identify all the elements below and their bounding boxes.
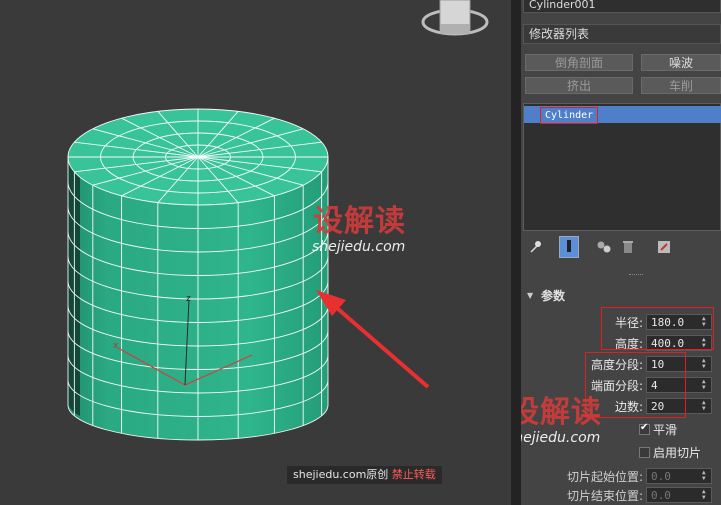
slice-from-value: 0.0 — [651, 470, 671, 483]
command-panel: Cylinder001 修改器列表 倒角剖面 噪波 挤出 车削 Cylinder… — [521, 0, 721, 505]
watermark-text: 设解读 — [521, 395, 602, 430]
slice-from-label: 切片起始位置: — [566, 470, 643, 484]
watermark-text: 设解读 — [313, 204, 406, 239]
watermark-url: shejiedu.com — [312, 239, 406, 255]
viewport-divider — [511, 0, 521, 505]
slice-to-label: 切片结束位置: — [566, 489, 643, 503]
watermark-url: shejiedu.com — [521, 430, 601, 446]
modifier-list-dropdown[interactable]: 修改器列表 — [523, 24, 721, 44]
configure-modifier-sets-icon[interactable] — [655, 238, 673, 256]
show-end-result-icon[interactable] — [559, 236, 579, 258]
spinner-arrows-icon[interactable]: ▲ ▼ — [702, 400, 709, 412]
highlight-box-size — [601, 307, 714, 350]
smooth-checkbox[interactable] — [639, 422, 650, 435]
caption-note: 禁止转载 — [391, 468, 436, 481]
slice-on-label: 启用切片 — [653, 446, 702, 460]
slice-on-checkbox[interactable] — [639, 447, 650, 458]
make-unique-icon[interactable] — [595, 238, 613, 256]
bevel-profile-button[interactable]: 倒角剖面 — [525, 54, 633, 71]
caption-bar: shejiedu.com原创 禁止转载 — [287, 466, 442, 484]
rollout-title[interactable]: 参数 — [541, 287, 565, 304]
cylinder-mesh: z x — [67, 0, 489, 441]
spinner-arrows-icon[interactable]: ▲ ▼ — [702, 379, 709, 391]
rollout-collapse-icon[interactable]: ▼ — [527, 291, 533, 300]
spinner-arrows-icon[interactable]: ▲ ▼ — [702, 358, 709, 370]
spinner-arrows-icon[interactable]: ▲ ▼ — [702, 470, 709, 482]
object-name-field[interactable]: Cylinder001 — [523, 0, 721, 13]
viewport-perspective[interactable]: z x 设解读 shejiedu.com shejiedu.com原创 禁止转载 — [0, 0, 511, 505]
lathe-button[interactable]: 车削 — [641, 77, 721, 94]
remove-modifier-icon[interactable] — [619, 238, 637, 256]
slice-to-spinner[interactable]: 0.0 ▲ ▼ — [646, 487, 712, 503]
stack-item-cylinder[interactable]: Cylinder — [524, 106, 721, 124]
svg-text:x: x — [113, 341, 119, 351]
panel-separator — [629, 274, 643, 278]
viewcube-icon — [421, 0, 489, 36]
extrude-button[interactable]: 挤出 — [525, 77, 633, 94]
slice-to-value: 0.0 — [651, 489, 671, 502]
spinner-arrows-icon[interactable]: ▲ ▼ — [702, 489, 709, 501]
caption-site: shejiedu.com原创 — [293, 468, 389, 481]
noise-button[interactable]: 噪波 — [641, 54, 721, 71]
stack-item-label: Cylinder — [540, 107, 599, 124]
pin-stack-icon[interactable] — [527, 238, 545, 256]
smooth-label: 平滑 — [653, 423, 678, 437]
slice-from-spinner[interactable]: 0.0 ▲ ▼ — [646, 468, 712, 484]
svg-text:z: z — [186, 294, 191, 304]
modifier-stack[interactable]: Cylinder — [523, 103, 721, 231]
